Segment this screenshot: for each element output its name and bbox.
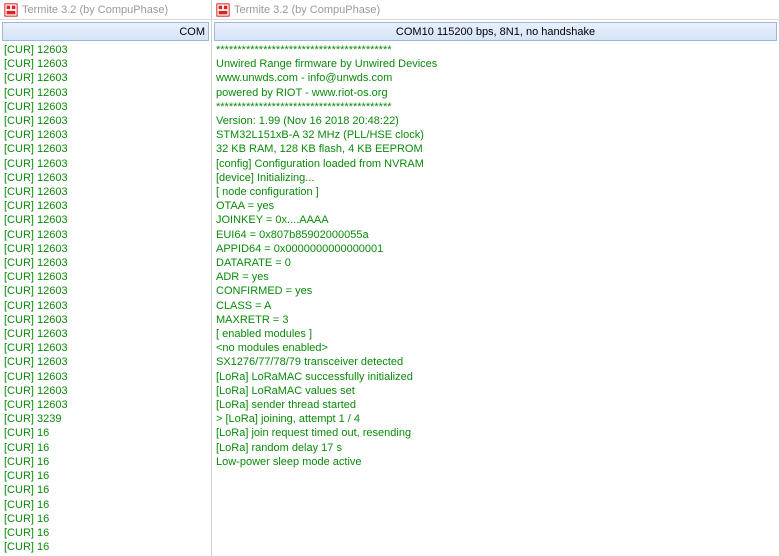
terminal-line: [CUR] 12603 [4,256,207,270]
terminal-line: [CUR] 12603 [4,128,207,142]
terminal-line: SX1276/77/78/79 transceiver detected [216,355,775,369]
terminal-line: [CUR] 12603 [4,43,207,57]
terminal-line: [CUR] 12603 [4,398,207,412]
connection-bar-right[interactable]: COM10 115200 bps, 8N1, no handshake [214,22,777,41]
terminal-line: DATARATE = 0 [216,256,775,270]
terminal-line: [CUR] 12603 [4,299,207,313]
terminal-line: [device] Initializing... [216,171,775,185]
terminal-line: ****************************************… [216,43,775,57]
terminal-output-left[interactable]: [CUR] 12603[CUR] 12603[CUR] 12603[CUR] 1… [0,41,211,556]
terminal-line: STM32L151xB-A 32 MHz (PLL/HSE clock) [216,128,775,142]
terminal-line: [CUR] 16 [4,469,207,483]
terminal-line: [CUR] 16 [4,426,207,440]
terminal-line: [CUR] 12603 [4,157,207,171]
terminal-line: [CUR] 12603 [4,71,207,85]
terminal-line: [ enabled modules ] [216,327,775,341]
terminal-line: EUI64 = 0x807b85902000055a [216,228,775,242]
window-title: Termite 3.2 (by CompuPhase) [234,4,380,16]
terminal-line: [LoRa] random delay 17 s [216,441,775,455]
window-left: Termite 3.2 (by CompuPhase) COM [CUR] 12… [0,0,212,556]
terminal-line: CLASS = A [216,299,775,313]
terminal-line: [LoRa] join request timed out, resending [216,426,775,440]
terminal-line: [CUR] 16 [4,483,207,497]
terminal-output-right[interactable]: ****************************************… [212,41,779,556]
terminal-line: [CUR] 16 [4,526,207,540]
titlebar-left[interactable]: Termite 3.2 (by CompuPhase) [0,0,211,20]
terminal-line: [CUR] 12603 [4,57,207,71]
app-icon [216,3,230,17]
terminal-line: [CUR] 12603 [4,284,207,298]
terminal-line: powered by RIOT - www.riot-os.org [216,86,775,100]
terminal-line: [config] Configuration loaded from NVRAM [216,157,775,171]
connection-label: COM [179,26,205,38]
terminal-line: [CUR] 12603 [4,355,207,369]
terminal-line: Unwired Range firmware by Unwired Device… [216,57,775,71]
terminal-line: [CUR] 16 [4,512,207,526]
terminal-line: [LoRa] LoRaMAC values set [216,384,775,398]
terminal-line: JOINKEY = 0x....AAAA [216,213,775,227]
window-title: Termite 3.2 (by CompuPhase) [22,4,168,16]
terminal-line: [CUR] 3239 [4,412,207,426]
window-right: Termite 3.2 (by CompuPhase) COM10 115200… [212,0,780,556]
terminal-line: [LoRa] sender thread started [216,398,775,412]
terminal-line: [CUR] 16 [4,540,207,554]
terminal-line: [CUR] 12603 [4,384,207,398]
terminal-line: [CUR] 12603 [4,242,207,256]
app-icon [4,3,18,17]
terminal-line: Low-power sleep mode active [216,455,775,469]
terminal-line: [CUR] 12603 [4,100,207,114]
terminal-line: [CUR] 12603 [4,341,207,355]
terminal-line: [CUR] 12603 [4,171,207,185]
terminal-line: www.unwds.com - info@unwds.com [216,71,775,85]
terminal-line: [CUR] 12603 [4,213,207,227]
connection-label: COM10 115200 bps, 8N1, no handshake [396,26,595,38]
terminal-line: [CUR] 12603 [4,142,207,156]
terminal-line: [CUR] 12603 [4,185,207,199]
terminal-line: MAXRETR = 3 [216,313,775,327]
terminal-line: [LoRa] LoRaMAC successfully initialized [216,370,775,384]
terminal-line: [CUR] 12603 [4,114,207,128]
terminal-line: [CUR] 16 [4,455,207,469]
terminal-line: OTAA = yes [216,199,775,213]
terminal-line: CONFIRMED = yes [216,284,775,298]
terminal-line: Version: 1.99 (Nov 16 2018 20:48:22) [216,114,775,128]
terminal-line: [CUR] 16 [4,498,207,512]
terminal-line: [CUR] 12603 [4,228,207,242]
terminal-line: [CUR] 12603 [4,370,207,384]
terminal-line: <no modules enabled> [216,341,775,355]
terminal-line: [CUR] 12603 [4,327,207,341]
terminal-line: 32 KB RAM, 128 KB flash, 4 KB EEPROM [216,142,775,156]
terminal-line: [ node configuration ] [216,185,775,199]
terminal-line: APPID64 = 0x0000000000000001 [216,242,775,256]
titlebar-right[interactable]: Termite 3.2 (by CompuPhase) [212,0,779,20]
terminal-line: [CUR] 12603 [4,313,207,327]
terminal-line: [CUR] 16 [4,441,207,455]
terminal-line: ****************************************… [216,100,775,114]
terminal-line: [CUR] 12603 [4,199,207,213]
terminal-line: [CUR] 12603 [4,270,207,284]
terminal-line: ADR = yes [216,270,775,284]
terminal-line: [CUR] 12603 [4,86,207,100]
connection-bar-left[interactable]: COM [2,22,209,41]
terminal-line: > [LoRa] joining, attempt 1 / 4 [216,412,775,426]
